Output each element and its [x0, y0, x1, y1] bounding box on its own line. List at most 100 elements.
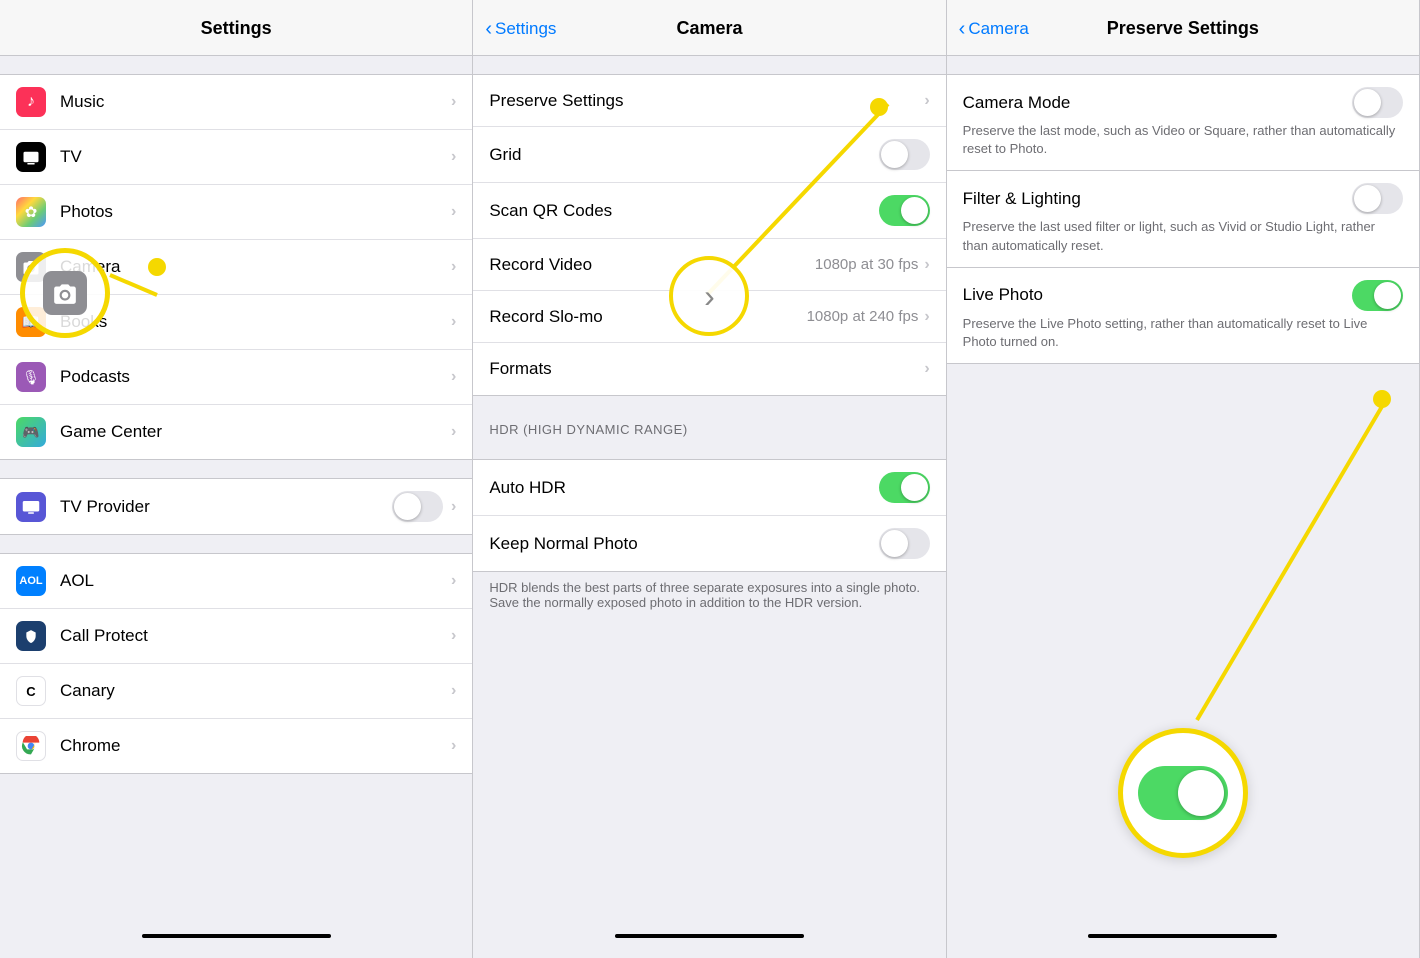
- camera-item-grid[interactable]: Grid: [473, 127, 945, 183]
- settings-item-gamecenter[interactable]: 🎮 Game Center ›: [0, 405, 472, 459]
- keepnormal-toggle[interactable]: [879, 528, 930, 559]
- preserve-title: Preserve Settings: [1107, 18, 1259, 39]
- home-indicator-2: [615, 934, 804, 938]
- home-indicator: [142, 934, 331, 938]
- camera-back-label: Settings: [495, 19, 556, 39]
- chrome-label: Chrome: [60, 736, 451, 756]
- settings-item-music[interactable]: ♪ Music ›: [0, 75, 472, 130]
- tv-chevron: ›: [451, 148, 456, 166]
- photos-icon: ✿: [16, 197, 46, 227]
- settings-panel: Settings ♪ Music › TV › ✿: [0, 0, 473, 958]
- scanqr-toggle[interactable]: [879, 195, 930, 226]
- camera-label: Camera: [60, 257, 451, 277]
- aol-chevron: ›: [451, 572, 456, 590]
- grid-label: Grid: [489, 145, 878, 165]
- settings-item-aol[interactable]: AOL AOL ›: [0, 554, 472, 609]
- preserve-panel: ‹ Camera Preserve Settings Camera Mode P…: [947, 0, 1420, 958]
- aol-label: AOL: [60, 571, 451, 591]
- canary-chevron: ›: [451, 682, 456, 700]
- camera-header: ‹ Settings Camera: [473, 0, 945, 56]
- preserve-item-filterlighting[interactable]: Filter & Lighting Preserve the last used…: [947, 171, 1419, 267]
- preserve-back-button[interactable]: ‹ Camera: [959, 19, 1029, 39]
- preserve-back-chevron-icon: ‹: [959, 19, 966, 39]
- tv-label: TV: [60, 147, 451, 167]
- photos-label: Photos: [60, 202, 451, 222]
- podcasts-icon: 🎙: [16, 362, 46, 392]
- recordvideo-value: 1080p at 30 fps: [815, 256, 918, 273]
- aol-icon: AOL: [16, 566, 46, 596]
- camera-item-autohdr[interactable]: Auto HDR: [473, 460, 945, 516]
- settings-item-photos[interactable]: ✿ Photos ›: [0, 185, 472, 240]
- settings-section-2: TV Provider ›: [0, 478, 472, 535]
- chrome-chevron: ›: [451, 737, 456, 755]
- camera-item-preserve[interactable]: Preserve Settings ›: [473, 75, 945, 127]
- preserve-content: Camera Mode Preserve the last mode, such…: [947, 56, 1419, 918]
- preserve-back-label: Camera: [968, 19, 1028, 39]
- settings-item-canary[interactable]: C Canary ›: [0, 664, 472, 719]
- recordvideo-label: Record Video: [489, 255, 815, 275]
- panel1-footer: [0, 918, 472, 958]
- camera-icon: [16, 252, 46, 282]
- filterlighting-toggle[interactable]: [1352, 183, 1403, 214]
- tvprovider-toggle[interactable]: [392, 491, 443, 522]
- camera-item-scanqr[interactable]: Scan QR Codes: [473, 183, 945, 239]
- recordslomo-value: 1080p at 240 fps: [807, 308, 919, 325]
- scanqr-label: Scan QR Codes: [489, 201, 878, 221]
- settings-section-1: ♪ Music › TV › ✿ Photos ›: [0, 74, 472, 460]
- settings-item-camera[interactable]: Camera ›: [0, 240, 472, 295]
- chrome-icon: [16, 731, 46, 761]
- settings-title: Settings: [201, 18, 272, 39]
- settings-item-books[interactable]: 📖 Books ›: [0, 295, 472, 350]
- preserve-item-livephoto[interactable]: Live Photo Preserve the Live Photo setti…: [947, 268, 1419, 363]
- settings-item-callprotect[interactable]: Call Protect ›: [0, 609, 472, 664]
- filterlighting-desc: Preserve the last used filter or light, …: [963, 218, 1403, 254]
- settings-list: ♪ Music › TV › ✿ Photos ›: [0, 56, 472, 918]
- recordslomo-label: Record Slo-mo: [489, 307, 806, 327]
- callprotect-icon: [16, 621, 46, 651]
- music-icon: ♪: [16, 87, 46, 117]
- camera-content: Preserve Settings › Grid Scan QR Codes: [473, 56, 945, 918]
- autohdr-label: Auto HDR: [489, 478, 878, 498]
- preserve-chevron: ›: [924, 92, 929, 110]
- cameramode-desc: Preserve the last mode, such as Video or…: [963, 122, 1403, 158]
- camera-item-recordslomo[interactable]: Record Slo-mo 1080p at 240 fps ›: [473, 291, 945, 343]
- livephoto-desc: Preserve the Live Photo setting, rather …: [963, 315, 1403, 351]
- camera-item-keepnormal[interactable]: Keep Normal Photo: [473, 516, 945, 571]
- livephoto-toggle[interactable]: [1352, 280, 1403, 311]
- callprotect-label: Call Protect: [60, 626, 451, 646]
- settings-item-tv[interactable]: TV ›: [0, 130, 472, 185]
- canary-label: Canary: [60, 681, 451, 701]
- formats-chevron: ›: [924, 360, 929, 378]
- settings-item-podcasts[interactable]: 🎙 Podcasts ›: [0, 350, 472, 405]
- music-chevron: ›: [451, 93, 456, 111]
- grid-toggle[interactable]: [879, 139, 930, 170]
- panel2-footer: [473, 918, 945, 958]
- camera-title: Camera: [676, 18, 742, 39]
- livephoto-label: Live Photo: [963, 285, 1043, 305]
- tvprovider-icon: [16, 492, 46, 522]
- preserve-settings-group: Camera Mode Preserve the last mode, such…: [947, 74, 1419, 364]
- cameramode-toggle[interactable]: [1352, 87, 1403, 118]
- recordslomo-chevron: ›: [924, 308, 929, 326]
- camera-back-button[interactable]: ‹ Settings: [485, 19, 556, 39]
- autohdr-toggle[interactable]: [879, 472, 930, 503]
- hdr-desc: HDR blends the best parts of three separ…: [473, 572, 945, 622]
- preserve-header: ‹ Camera Preserve Settings: [947, 0, 1419, 56]
- panel3-footer: [947, 918, 1419, 958]
- filterlighting-label: Filter & Lighting: [963, 189, 1081, 209]
- camera-item-recordvideo[interactable]: Record Video 1080p at 30 fps ›: [473, 239, 945, 291]
- formats-label: Formats: [489, 359, 924, 379]
- preserve-item-cameramode[interactable]: Camera Mode Preserve the last mode, such…: [947, 75, 1419, 171]
- back-chevron-icon: ‹: [485, 19, 492, 39]
- settings-section-3: AOL AOL › Call Protect › C Canary ›: [0, 553, 472, 774]
- callprotect-chevron: ›: [451, 627, 456, 645]
- gamecenter-chevron: ›: [451, 423, 456, 441]
- settings-item-tvprovider[interactable]: TV Provider ›: [0, 479, 472, 534]
- cameramode-label: Camera Mode: [963, 93, 1071, 113]
- camera-section-1: Preserve Settings › Grid Scan QR Codes: [473, 74, 945, 396]
- settings-item-chrome[interactable]: Chrome ›: [0, 719, 472, 773]
- tv-icon: [16, 142, 46, 172]
- camera-item-formats[interactable]: Formats ›: [473, 343, 945, 395]
- canary-icon: C: [16, 676, 46, 706]
- tvprovider-label: TV Provider: [60, 497, 392, 517]
